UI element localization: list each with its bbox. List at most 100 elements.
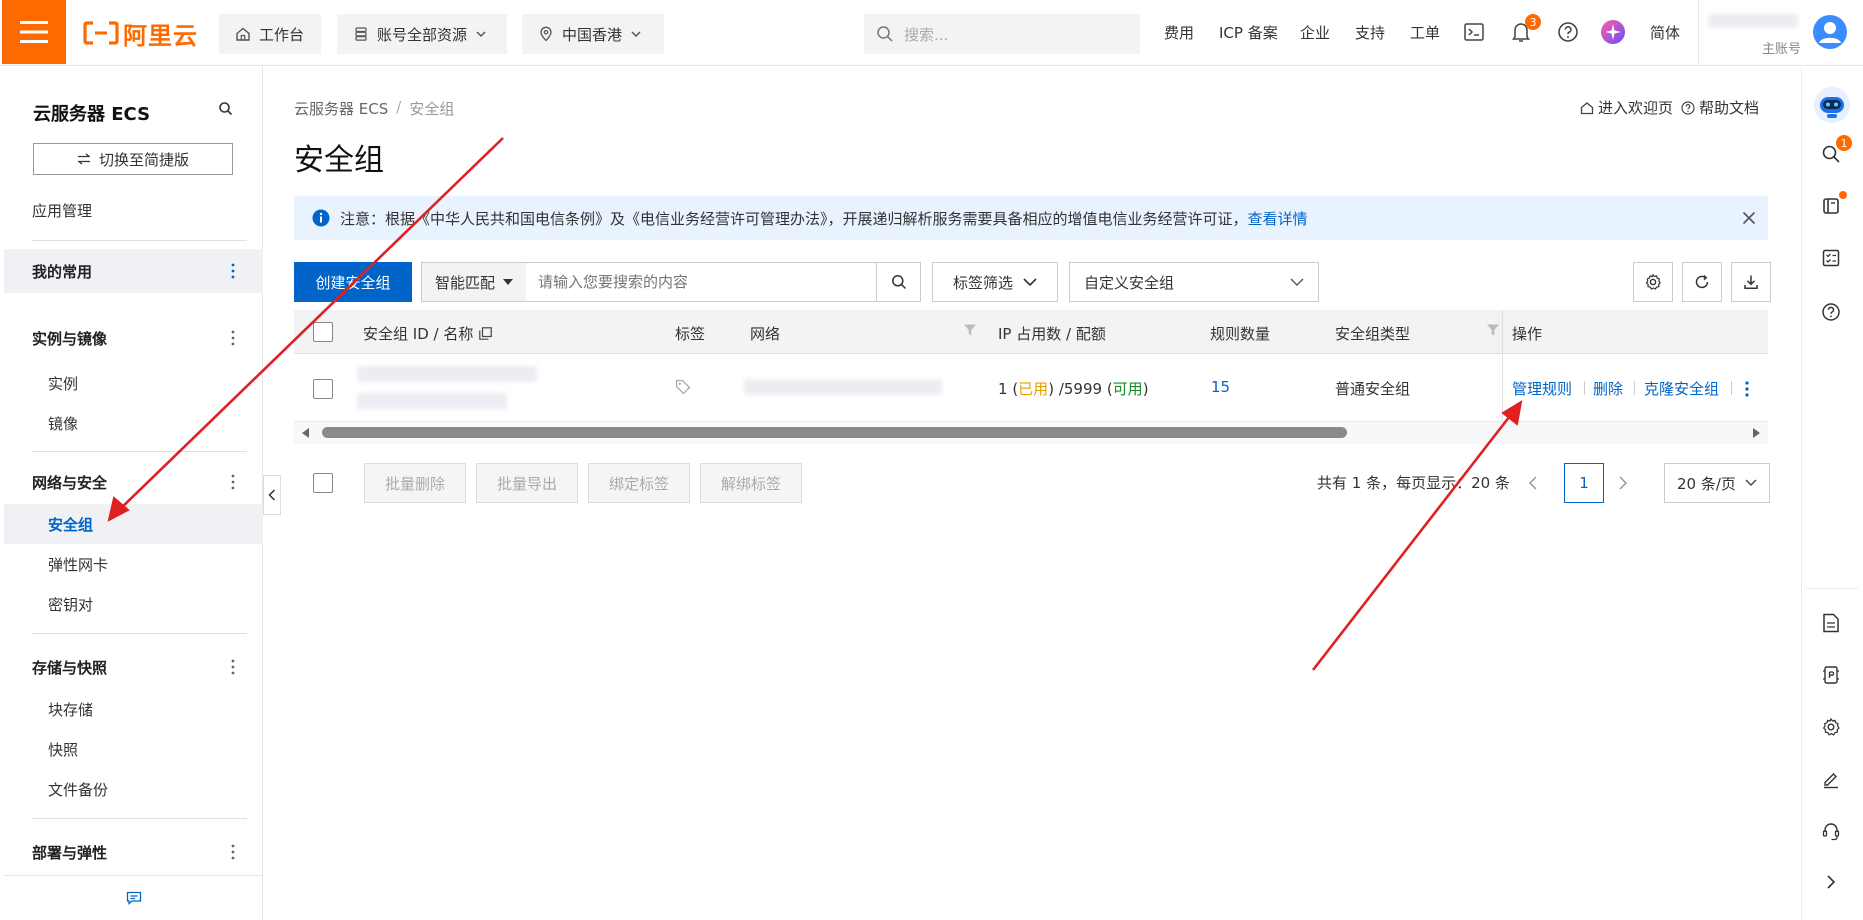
tag-filter-dropdown[interactable]: 标签筛选 [932,262,1058,302]
scroll-left-icon[interactable] [302,428,310,438]
nav-enterprise[interactable]: 企业 [1300,22,1330,43]
logo-text: 阿里云 [123,21,198,50]
breadcrumb-root[interactable]: 云服务器 ECS [294,98,388,119]
page-number-current[interactable]: 1 [1564,463,1604,503]
refresh-button[interactable] [1682,262,1722,302]
nav-icp[interactable]: ICP 备案 [1219,22,1278,43]
sidebar-item-file-backup[interactable]: 文件备份 [4,769,263,809]
sidebar-collapse-button[interactable] [263,475,281,515]
help-icon [1681,100,1695,115]
right-rail-separator [1806,588,1858,589]
search-icon [891,275,906,290]
export-button[interactable] [1731,262,1771,302]
menu-icon[interactable] [2,0,66,64]
more-vertical-icon[interactable] [231,262,235,280]
nav-fees[interactable]: 费用 [1164,22,1194,43]
batch-export-button[interactable]: 批量导出 [476,463,578,503]
security-group-type-select[interactable]: 自定义安全组 [1069,262,1319,302]
rail-help-icon[interactable] [1815,296,1847,328]
caret-down-icon [503,279,513,285]
bind-tag-button[interactable]: 绑定标签 [588,463,690,503]
more-vertical-icon[interactable] [231,843,235,861]
avatar[interactable] [1812,14,1848,50]
prev-page-icon[interactable] [1528,476,1538,490]
terminal-icon[interactable] [1460,18,1488,46]
search-icon [877,26,893,42]
unbind-tag-button[interactable]: 解绑标签 [700,463,802,503]
match-mode-dropdown[interactable]: 智能匹配 [422,263,526,301]
security-group-search-input[interactable] [526,263,876,301]
manage-rules-link[interactable]: 管理规则 [1512,378,1572,399]
more-vertical-icon[interactable] [231,658,235,676]
horizontal-scrollbar[interactable] [294,422,1768,444]
language-switch[interactable]: 简体 [1650,22,1680,43]
sidebar-section-network[interactable]: 网络与安全 [4,460,263,504]
scrollbar-thumb[interactable] [322,427,1347,438]
settings-button[interactable] [1633,262,1673,302]
sidebar-section-instances[interactable]: 实例与镜像 [4,316,263,360]
batch-delete-button[interactable]: 批量删除 [364,463,466,503]
rail-edit-icon[interactable] [1815,763,1847,795]
more-vertical-icon[interactable] [1745,380,1749,398]
notice-detail-link[interactable]: 查看详情 [1248,210,1308,228]
help-icon[interactable] [1554,18,1582,46]
rail-checklist-icon[interactable] [1815,242,1847,274]
close-icon[interactable] [1742,211,1756,225]
ai-assistant-icon[interactable] [1599,18,1627,46]
next-page-icon[interactable] [1618,476,1628,490]
create-security-group-button[interactable]: 创建安全组 [294,262,412,302]
sidebar-section-deploy[interactable]: 部署与弹性 [4,830,263,874]
scroll-right-icon[interactable] [1752,428,1760,438]
sidebar-item-security-group[interactable]: 安全组 [4,504,263,544]
sidebar-item-snapshot[interactable]: 快照 [4,729,263,769]
col-tag: 标签 [675,325,706,343]
rail-support-icon[interactable] [1815,815,1847,847]
row-checkbox[interactable] [313,379,333,399]
section-label: 实例与镜像 [32,329,108,348]
rail-icp-icon[interactable] [1815,659,1847,691]
network-vpc-blurred[interactable] [744,379,942,395]
security-group-id-blurred[interactable] [357,366,537,382]
home-icon [236,27,250,41]
clone-security-group-link[interactable]: 克隆安全组 [1644,378,1719,399]
more-vertical-icon[interactable] [231,473,235,491]
feedback-icon[interactable] [4,875,263,920]
resources-label: 账号全部资源 [377,25,468,44]
resources-dropdown[interactable]: 账号全部资源 [337,14,507,54]
filter-icon[interactable] [1486,323,1500,337]
help-doc-link[interactable]: 帮助文档 [1681,97,1759,118]
rule-count-link[interactable]: 15 [1211,378,1230,396]
delete-link[interactable]: 删除 [1593,378,1623,399]
sidebar-search-icon[interactable] [218,101,236,119]
rail-gear-icon[interactable] [1815,711,1847,743]
global-search[interactable]: 搜索... [864,14,1140,54]
sidebar-item-app-manage[interactable]: 应用管理 [32,195,92,225]
region-dropdown[interactable]: 中国香港 [522,14,664,54]
more-vertical-icon[interactable] [231,329,235,347]
sidebar-item-keypair[interactable]: 密钥对 [4,584,263,624]
nav-ticket[interactable]: 工单 [1410,22,1440,43]
search-submit-button[interactable] [876,263,920,301]
sidebar-item-block-storage[interactable]: 块存储 [4,689,263,729]
sidebar-section-storage[interactable]: 存储与快照 [4,645,263,689]
aliyun-logo[interactable]: 阿里云 [83,18,198,50]
filter-icon[interactable] [963,323,977,337]
sidebar-item-instance[interactable]: 实例 [4,363,263,403]
workbench-label: 工作台 [259,25,305,44]
copy-icon[interactable] [479,327,493,340]
download-icon [1744,275,1758,289]
welcome-link[interactable]: 进入欢迎页 [1580,97,1673,118]
sidebar-item-image[interactable]: 镜像 [4,403,263,443]
page-size-select[interactable]: 20 条/页 [1664,463,1770,503]
batch-select-checkbox[interactable] [313,473,333,493]
rail-expand-icon[interactable] [1815,866,1847,898]
rail-document-icon[interactable] [1815,607,1847,639]
sidebar-section-favorites[interactable]: 我的常用 [4,249,263,293]
select-all-checkbox[interactable] [313,322,333,342]
switch-simple-button[interactable]: 切换至简捷版 [33,143,233,175]
tag-icon[interactable] [675,379,691,395]
robot-assistant-icon[interactable] [1812,85,1852,125]
sidebar-item-eni[interactable]: 弹性网卡 [4,544,263,584]
workbench-button[interactable]: 工作台 [219,14,321,54]
nav-support[interactable]: 支持 [1355,22,1385,43]
